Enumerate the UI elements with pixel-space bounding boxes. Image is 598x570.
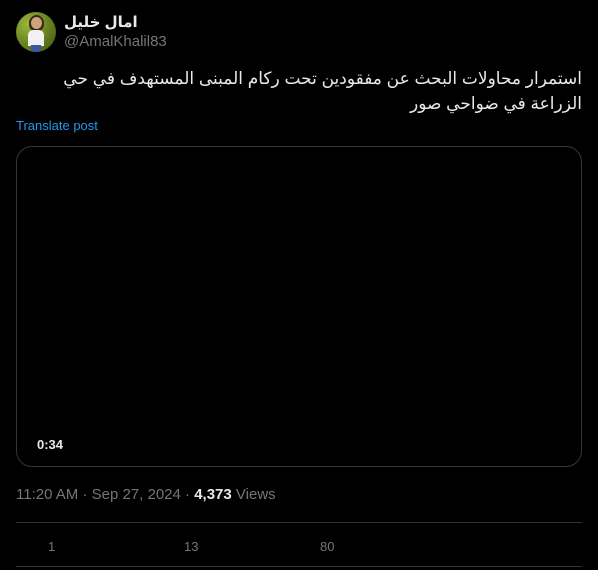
reply-button[interactable]: 1 — [24, 530, 55, 562]
reply-icon — [26, 540, 40, 554]
meta-separator: · — [185, 486, 191, 503]
divider — [16, 522, 582, 523]
like-button[interactable]: 80 — [296, 530, 334, 562]
avatar-body — [28, 30, 44, 46]
divider — [16, 566, 582, 567]
action-bar: 1 13 80 — [16, 530, 582, 562]
heart-icon — [299, 541, 311, 553]
avatar-legs — [31, 45, 41, 52]
video-duration: 0:34 — [37, 437, 64, 452]
views-label: Views — [235, 486, 276, 503]
repost-count: 13 — [184, 538, 199, 554]
translate-post-link[interactable]: Translate post — [16, 118, 98, 133]
post-time[interactable]: 11:20 AM — [16, 486, 78, 503]
like-count: 80 — [320, 538, 335, 554]
video-player[interactable]: 0:34 — [16, 146, 582, 467]
avatar[interactable] — [16, 12, 56, 52]
repost-icon — [162, 540, 176, 552]
repost-button[interactable]: 13 — [160, 530, 198, 562]
author-display-name[interactable]: امال خليل — [64, 13, 138, 31]
reply-count: 1 — [48, 538, 56, 554]
avatar-face — [31, 17, 42, 29]
post-text: استمرار محاولات البحث عن مفقودين تحت ركا… — [63, 69, 582, 113]
post-date[interactable]: Sep 27, 2024 — [92, 486, 181, 503]
post-meta: 11:20 AM · Sep 27, 2024 · 4,373 Views — [16, 486, 276, 503]
author-handle[interactable]: @AmalKhalil83 — [64, 33, 167, 50]
views-count: 4,373 — [194, 486, 232, 503]
meta-separator: · — [82, 486, 88, 503]
